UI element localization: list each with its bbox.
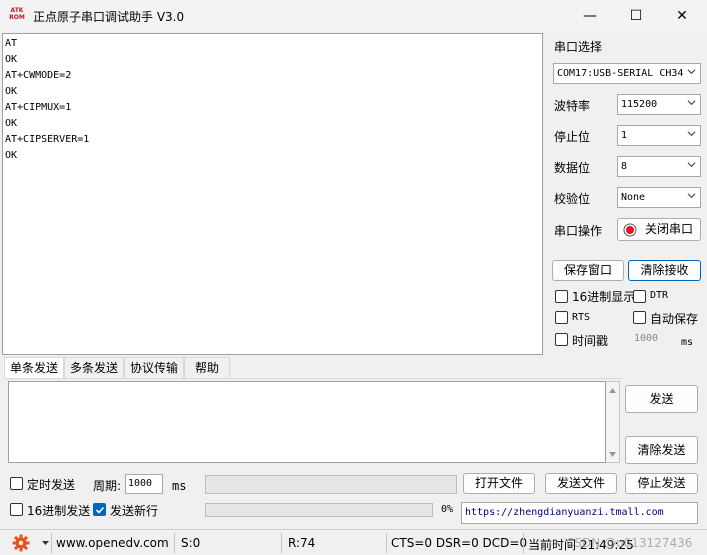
baud-label: 波特率 <box>554 99 591 113</box>
port-operation-label: 串口操作 <box>554 224 603 238</box>
line-state: CTS=0 DSR=0 DCD=0 <box>391 536 528 550</box>
app-logo-icon: ATK ROM <box>9 7 25 21</box>
tab-multi-send[interactable]: 多条发送 <box>64 357 124 378</box>
port-select[interactable]: COM17:USB-SERIAL CH34 <box>553 63 701 84</box>
port-select-label: 串口选择 <box>554 40 603 54</box>
send-newline-checkbox[interactable] <box>93 503 106 516</box>
timed-send-checkbox[interactable] <box>10 477 23 490</box>
parity-select[interactable]: None <box>617 187 701 208</box>
chevron-down-icon <box>687 162 696 168</box>
tab-protocol[interactable]: 协议传输 <box>124 357 184 378</box>
sent-count: S:0 <box>181 536 201 550</box>
receive-line: AT+CIPMUX=1 <box>5 102 72 113</box>
rts-label: RTS <box>572 312 591 323</box>
databit-select[interactable]: 8 <box>617 156 701 177</box>
receive-line: OK <box>5 150 18 161</box>
maximize-button[interactable]: ☐ <box>613 0 659 32</box>
clear-send-button[interactable]: 清除发送 <box>625 436 698 464</box>
receive-textarea[interactable]: AT OK AT+CWMODE=2 OK AT+CIPMUX=1 OK AT+CIPSERV… <box>2 33 543 355</box>
scroll-up-icon[interactable] <box>609 388 616 393</box>
tab-divider <box>4 378 622 379</box>
auto-save-checkbox[interactable] <box>633 311 646 324</box>
receive-line: AT <box>5 38 18 49</box>
shop-link[interactable]: https://zhengdianyuanzi.tmall.com <box>461 502 698 524</box>
tab-single-send[interactable]: 单条发送 <box>4 357 64 378</box>
send-progress-text: 0% <box>441 504 454 515</box>
timestamp-ms-input[interactable]: 1000 <box>634 333 658 344</box>
dtr-label: DTR <box>650 290 669 301</box>
baud-select[interactable]: 115200 <box>617 94 701 115</box>
databit-label: 数据位 <box>554 161 591 175</box>
send-scrollbar[interactable] <box>606 381 620 463</box>
send-file-button[interactable]: 发送文件 <box>545 473 617 494</box>
parity-label: 校验位 <box>554 192 591 206</box>
stopbit-select-value: 1 <box>621 130 628 141</box>
receive-line: AT+CIPSERVER=1 <box>5 134 90 145</box>
status-bar: www.openedv.com S:0 R:74 CTS=0 DSR=0 DCD… <box>0 529 707 555</box>
databit-select-value: 8 <box>621 161 628 172</box>
period-input[interactable]: 1000 <box>125 474 163 494</box>
file-progress-track <box>205 475 457 494</box>
rts-checkbox[interactable] <box>555 311 568 324</box>
caret-down-icon[interactable] <box>42 541 49 545</box>
period-unit: ms <box>172 479 187 493</box>
timed-send-label: 定时发送 <box>27 478 76 492</box>
timestamp-ms-unit: ms <box>681 337 694 348</box>
window-title: 正点原子串口调试助手 V3.0 <box>33 10 185 24</box>
parity-select-value: None <box>621 192 646 203</box>
receive-line: OK <box>5 118 18 129</box>
hex-send-label: 16进制发送 <box>27 504 91 518</box>
chevron-down-icon <box>687 131 696 137</box>
timestamp-checkbox[interactable] <box>555 333 568 346</box>
hex-display-checkbox[interactable] <box>555 290 568 303</box>
chevron-down-icon <box>687 100 696 106</box>
minimize-button[interactable]: — <box>567 0 613 32</box>
close-port-label: 关闭串口 <box>644 222 693 236</box>
send-button[interactable]: 发送 <box>625 385 698 413</box>
send-progress-bar <box>205 503 433 517</box>
status-divider <box>174 533 175 553</box>
auto-save-label: 自动保存 <box>650 312 699 326</box>
csdn-watermark: CSDN @u013127436 <box>566 536 693 550</box>
close-port-button[interactable]: 关闭串口 <box>617 218 701 241</box>
tab-help[interactable]: 帮助 <box>184 357 230 378</box>
hex-display-label: 16进制显示 <box>572 290 636 304</box>
close-button[interactable]: ✕ <box>659 0 705 32</box>
receive-line: OK <box>5 86 18 97</box>
clear-receive-button[interactable]: 清除接收 <box>628 260 701 281</box>
gear-icon[interactable] <box>12 534 30 552</box>
send-textarea[interactable] <box>8 381 606 463</box>
status-divider <box>281 533 282 553</box>
open-file-button[interactable]: 打开文件 <box>463 473 535 494</box>
chevron-down-icon <box>687 69 696 75</box>
port-select-value: COM17:USB-SERIAL CH34 <box>557 68 684 79</box>
save-window-button[interactable]: 保存窗口 <box>552 260 624 281</box>
baud-select-value: 115200 <box>621 99 658 110</box>
receive-line: OK <box>5 54 18 65</box>
received-count: R:74 <box>288 536 316 550</box>
scroll-down-icon[interactable] <box>609 452 616 457</box>
stopbit-select[interactable]: 1 <box>617 125 701 146</box>
title-bar: ATK ROM 正点原子串口调试助手 V3.0 — ☐ ✕ <box>0 0 707 32</box>
chevron-down-icon <box>687 193 696 199</box>
website-link[interactable]: www.openedv.com <box>56 536 169 550</box>
send-newline-label: 发送新行 <box>110 504 159 518</box>
stopbit-label: 停止位 <box>554 130 591 144</box>
timestamp-label: 时间戳 <box>572 334 609 348</box>
status-divider <box>386 533 387 553</box>
record-indicator-icon <box>623 223 637 237</box>
period-label: 周期: <box>93 479 122 493</box>
status-divider <box>523 533 524 553</box>
hex-send-checkbox[interactable] <box>10 503 23 516</box>
receive-line: AT+CWMODE=2 <box>5 70 72 81</box>
dtr-checkbox[interactable] <box>633 290 646 303</box>
checkmark-icon <box>95 506 105 514</box>
stop-send-button[interactable]: 停止发送 <box>625 473 698 494</box>
status-divider <box>51 533 52 553</box>
